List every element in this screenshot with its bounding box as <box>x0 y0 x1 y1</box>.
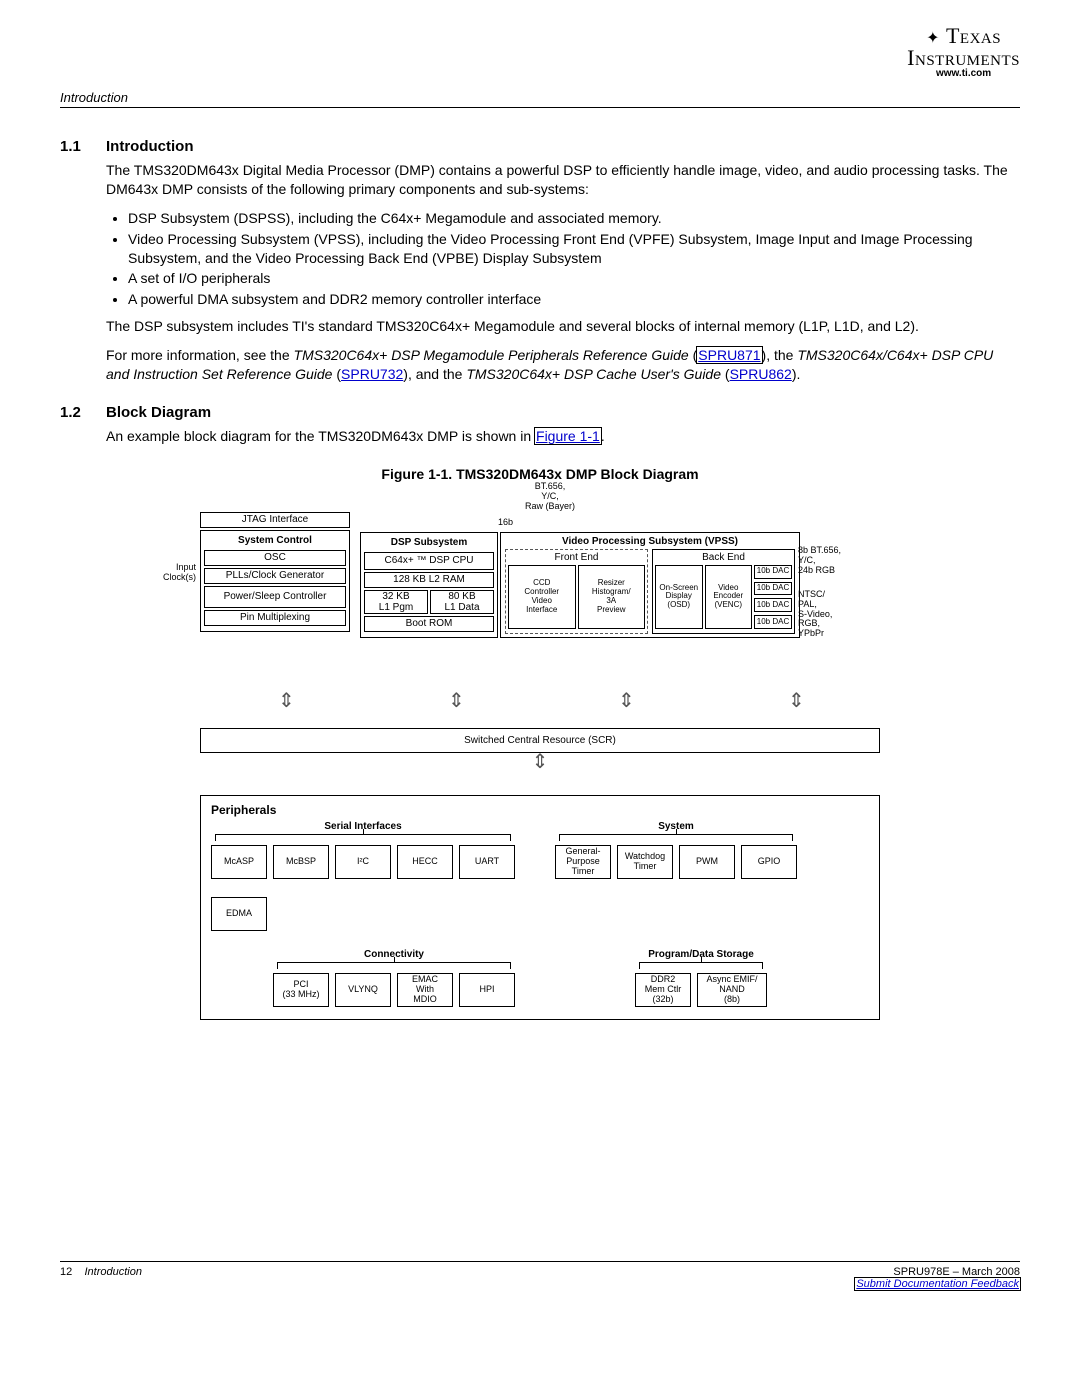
box-osc: OSC <box>204 550 346 566</box>
label-right-digital: 8b BT.656, Y/C, 24b RGB <box>798 546 888 576</box>
box-dac-4: 10b DAC <box>754 615 792 629</box>
dsp-subsystem-column: DSP Subsystem C64x+ ™ DSP CPU 128 KB L2 … <box>360 532 498 638</box>
box-gpio: GPIO <box>741 845 797 879</box>
updown-arrow-icon: ⇕ <box>150 751 930 773</box>
label-right-analog: NTSC/ PAL, S-Video, RGB, YPbPr <box>798 590 888 639</box>
section-1-1: 1.1 Introduction The TMS320DM643x Digita… <box>60 138 1020 384</box>
updown-arrow-icon <box>278 692 292 714</box>
vpss-column: Video Processing Subsystem (VPSS) Front … <box>500 532 800 638</box>
box-pwm: PWM <box>679 845 735 879</box>
s12-p1a: An example block diagram for the TMS320D… <box>106 428 535 444</box>
s11-b3: A set of I/O peripherals <box>128 269 1020 288</box>
box-osd: On-Screen Display (OSD) <box>655 565 703 629</box>
box-dac-3: 10b DAC <box>754 598 792 612</box>
box-ddr2: DDR2 Mem Ctlr (32b) <box>635 973 691 1007</box>
s11-b1: DSP Subsystem (DSPSS), including the C64… <box>128 209 1020 228</box>
s11-p2: The DSP subsystem includes TI's standard… <box>106 317 1020 336</box>
brace-icon <box>277 962 511 969</box>
box-emac: EMAC With MDIO <box>397 973 453 1007</box>
brace-icon <box>215 834 511 841</box>
label-peripherals: Peripherals <box>211 804 869 817</box>
s12-p1: An example block diagram for the TMS320D… <box>106 427 1020 446</box>
link-feedback[interactable]: Submit Documentation Feedback <box>855 1278 1020 1290</box>
brace-icon <box>559 834 793 841</box>
sect-num-1-2: 1.2 <box>60 404 106 421</box>
box-gptimer: General- Purpose Timer <box>555 845 611 879</box>
box-hpi: HPI <box>459 973 515 1007</box>
box-l1data: 80 KB L1 Data <box>430 590 494 614</box>
footer-pagenum: 12 <box>60 1266 72 1278</box>
box-mcasp: McASP <box>211 845 267 879</box>
box-wdtimer: Watchdog Timer <box>617 845 673 879</box>
box-dac-1: 10b DAC <box>754 565 792 579</box>
label-input-clock: Input Clock(s) <box>138 563 196 583</box>
label-backend: Back End <box>655 552 792 563</box>
logo-instruments: Instruments <box>907 45 1020 70</box>
ti-logo: ✦ Texas Instruments www.ti.com <box>907 25 1020 79</box>
brace-icon <box>639 962 763 969</box>
vpss-backend: Back End On-Screen Display (OSD) Video E… <box>652 549 795 634</box>
box-mcbsp: McBSP <box>273 845 329 879</box>
box-pwrsleep: Power/Sleep Controller <box>204 586 346 608</box>
system-control-column: JTAG Interface System Control OSC PLLs/C… <box>200 512 350 632</box>
box-plls: PLLs/Clock Generator <box>204 568 346 584</box>
arrows-top <box>200 692 880 714</box>
s11-p3d: ), the <box>762 347 798 363</box>
box-dsp-head: DSP Subsystem <box>364 536 494 550</box>
running-header: Introduction <box>60 90 1020 105</box>
link-fig-1-1[interactable]: Figure 1-1 <box>535 428 601 444</box>
block-diagram: BT.656, Y/C, Raw (Bayer) 16b Input Clock… <box>150 488 930 1020</box>
vpss-frontend: Front End CCD Controller Video Interface… <box>505 549 648 634</box>
section-1-2: 1.2 Block Diagram An example block diagr… <box>60 404 1020 446</box>
box-l1pgm: 32 KB L1 Pgm <box>364 590 428 614</box>
s11-p1: The TMS320DM643x Digital Media Processor… <box>106 161 1020 199</box>
s11-p3b: TMS320C64x+ DSP Megamodule Peripherals R… <box>294 347 689 363</box>
footer-title: Introduction <box>84 1266 141 1278</box>
box-l2ram: 128 KB L2 RAM <box>364 572 494 588</box>
box-c64x: C64x+ ™ DSP CPU <box>364 552 494 570</box>
figure-caption: Figure 1-1. TMS320DM643x DMP Block Diagr… <box>60 466 1020 482</box>
label-frontend: Front End <box>508 552 645 563</box>
s11-p3: For more information, see the TMS320C64x… <box>106 346 1020 384</box>
page-footer: 12 Introduction SPRU978E – March 2008 Su… <box>60 1261 1020 1290</box>
link-spru862[interactable]: SPRU862 <box>730 366 792 382</box>
box-pci: PCI (33 MHz) <box>273 973 329 1007</box>
s11-p3j: ). <box>792 366 801 382</box>
box-dac-2: 10b DAC <box>754 582 792 596</box>
box-uart: UART <box>459 845 515 879</box>
link-spru871[interactable]: SPRU871 <box>697 347 761 363</box>
box-vpss-head: Video Processing Subsystem (VPSS) <box>505 536 795 547</box>
header-rule <box>60 107 1020 108</box>
box-resizer: Resizer Histogram/ 3A Preview <box>578 565 646 629</box>
box-vlynq: VLYNQ <box>335 973 391 1007</box>
updown-arrow-icon <box>448 692 462 714</box>
box-ccd: CCD Controller Video Interface <box>508 565 576 629</box>
sect-title-1-2: Block Diagram <box>106 404 211 421</box>
box-edma: EDMA <box>211 897 267 931</box>
s11-bullets: DSP Subsystem (DSPSS), including the C64… <box>106 209 1020 309</box>
footer-docid: SPRU978E – March 2008 <box>855 1266 1020 1278</box>
box-scr: Switched Central Resource (SCR) <box>200 728 880 753</box>
s11-b4: A powerful DMA subsystem and DDR2 memory… <box>128 290 1020 309</box>
box-syscontrol-head: System Control <box>204 534 346 548</box>
box-hecc: HECC <box>397 845 453 879</box>
updown-arrow-icon <box>618 692 632 714</box>
peripherals-block: Peripherals Serial Interfaces McASP McBS… <box>200 795 880 1020</box>
s11-p3g: ), and the <box>403 366 466 382</box>
box-jtag: JTAG Interface <box>200 512 350 528</box>
s11-p3h: TMS320C64x+ DSP Cache User's Guide <box>466 366 721 382</box>
box-i2c: I²C <box>335 845 391 879</box>
box-venc: Video Encoder (VENC) <box>705 565 753 629</box>
sect-title-1-1: Introduction <box>106 138 193 155</box>
sect-num-1-1: 1.1 <box>60 138 106 155</box>
s11-p3a: For more information, see the <box>106 347 294 363</box>
s11-b2: Video Processing Subsystem (VPSS), inclu… <box>128 230 1020 268</box>
logo-url: www.ti.com <box>907 69 1020 79</box>
link-spru732[interactable]: SPRU732 <box>341 366 403 382</box>
box-bootrom: Boot ROM <box>364 616 494 632</box>
updown-arrow-icon <box>788 692 802 714</box>
s12-p1b: . <box>601 428 605 444</box>
box-aemif: Async EMIF/ NAND (8b) <box>697 973 767 1007</box>
box-pinmux: Pin Multiplexing <box>204 610 346 626</box>
